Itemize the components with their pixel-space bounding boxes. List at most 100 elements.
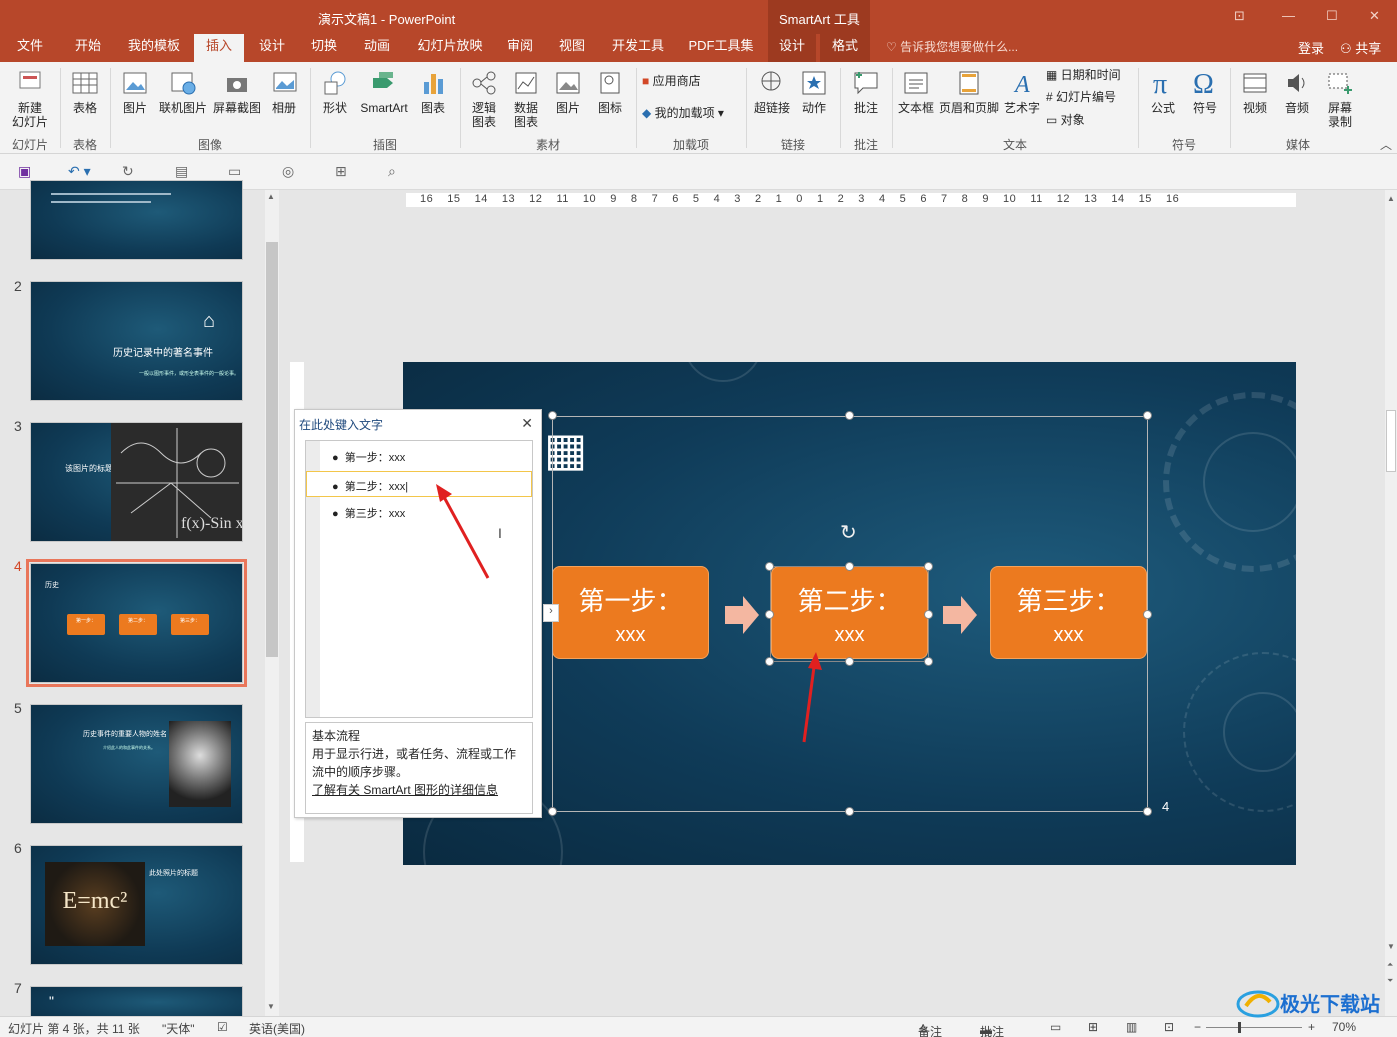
- icon-button[interactable]: 图标: [590, 68, 630, 115]
- shape-handle[interactable]: [765, 657, 774, 666]
- ribbon-display-icon[interactable]: ⊡: [1234, 8, 1245, 24]
- shape-handle[interactable]: [845, 657, 854, 666]
- share-button[interactable]: ⚇ 共享: [1340, 38, 1381, 57]
- app-store-button[interactable]: ■ 应用商店: [642, 74, 732, 88]
- from-start-icon[interactable]: ▤: [175, 163, 188, 180]
- datetime-button[interactable]: ▦ 日期和时间: [1046, 68, 1130, 82]
- scrollbar-thumb[interactable]: [1386, 410, 1396, 472]
- learn-more-link[interactable]: 了解有关 SmartArt 图形的详细信息: [312, 781, 526, 799]
- slide-number-button[interactable]: # 幻灯片编号: [1046, 90, 1130, 104]
- object-button[interactable]: ▭ 对象: [1046, 113, 1130, 127]
- slide-thumbnail-3[interactable]: 该图片的标题 f(x)-Sin x: [30, 422, 243, 542]
- zoom-out-icon[interactable]: −: [1194, 1020, 1201, 1034]
- resize-handle[interactable]: [1143, 610, 1152, 619]
- spellcheck-icon[interactable]: ☑: [217, 1020, 228, 1034]
- maximize-button[interactable]: ☐: [1326, 8, 1338, 24]
- zoom-level[interactable]: 70%: [1332, 1020, 1356, 1034]
- prev-slide-icon[interactable]: ⏶: [1387, 960, 1393, 970]
- save-icon[interactable]: ▣: [18, 163, 31, 180]
- zoom-in-icon[interactable]: +: [1308, 1020, 1315, 1034]
- bullet-item-1[interactable]: ● 第一步：xxx: [332, 449, 405, 465]
- screenshot-button[interactable]: 屏幕截图: [210, 68, 264, 115]
- scroll-up-icon[interactable]: ▲: [1387, 194, 1395, 203]
- login-link[interactable]: 登录: [1298, 38, 1324, 57]
- resize-handle[interactable]: [548, 411, 557, 420]
- preview-icon[interactable]: ⌕: [388, 163, 396, 180]
- close-icon[interactable]: ✕: [521, 415, 533, 432]
- wordart-button[interactable]: A 艺术字: [1002, 68, 1042, 115]
- data-chart-button[interactable]: 数据 图表: [506, 68, 546, 129]
- tab-my-templates[interactable]: 我的模板: [124, 34, 184, 62]
- tab-insert[interactable]: 插入: [194, 34, 244, 62]
- resize-handle[interactable]: [1143, 411, 1152, 420]
- tab-review[interactable]: 审阅: [500, 34, 540, 62]
- tab-smartart-design[interactable]: 设计: [768, 34, 816, 62]
- picture-button[interactable]: 图片: [116, 68, 154, 115]
- tab-home[interactable]: 开始: [64, 34, 112, 62]
- close-button[interactable]: ✕: [1369, 8, 1380, 24]
- slide-sorter-icon[interactable]: ⊞: [1088, 1020, 1098, 1034]
- shape-handle[interactable]: [765, 610, 774, 619]
- tab-transitions[interactable]: 切换: [304, 34, 344, 62]
- scroll-down-icon[interactable]: ▼: [267, 1002, 275, 1011]
- tab-pdf-tools[interactable]: PDF工具集: [684, 34, 758, 62]
- chart-button[interactable]: 图表: [414, 68, 452, 115]
- presenter-icon[interactable]: ⊞: [335, 163, 347, 180]
- tab-developer[interactable]: 开发工具: [606, 34, 670, 62]
- tab-design[interactable]: 设计: [252, 34, 292, 62]
- slideshow-view-icon[interactable]: ⊡: [1164, 1020, 1174, 1034]
- logic-chart-button[interactable]: 逻辑 图表: [464, 68, 504, 129]
- album-button[interactable]: 相册: [264, 68, 304, 115]
- action-button[interactable]: 动作: [794, 68, 834, 115]
- tab-slideshow[interactable]: 幻灯片放映: [412, 34, 488, 62]
- editor-scrollbar[interactable]: ▲ ▼ ⏶ ⏷: [1385, 190, 1397, 1016]
- resize-handle[interactable]: [548, 807, 557, 816]
- normal-view-icon[interactable]: ▭: [1050, 1020, 1061, 1034]
- tab-smartart-format[interactable]: 格式: [820, 34, 870, 62]
- thumbnails-scrollbar[interactable]: ▲ ▼: [265, 190, 279, 1016]
- slide-thumbnail-6[interactable]: E=mc² 此处照片的标题: [30, 845, 243, 965]
- slide-thumbnail-4[interactable]: 历史 第一步： 第二步： 第三步：: [26, 559, 247, 687]
- zoom-slider-thumb[interactable]: [1238, 1022, 1241, 1033]
- language[interactable]: 英语(美国): [249, 1020, 305, 1037]
- shape-handle[interactable]: [765, 562, 774, 571]
- shapes-button[interactable]: 形状: [316, 68, 354, 115]
- resize-handle[interactable]: [1143, 807, 1152, 816]
- scroll-down-icon[interactable]: ▼: [1387, 942, 1395, 951]
- bullet-item-2-active[interactable]: ● 第二步：xxx|: [306, 471, 532, 497]
- shape-handle[interactable]: [924, 562, 933, 571]
- reading-view-icon[interactable]: ▥: [1126, 1020, 1137, 1034]
- tab-file[interactable]: 文件: [8, 34, 52, 62]
- slide-thumbnail-5[interactable]: 历史事件的重要人物的姓名 介绍此人的和此事件的关系。: [30, 704, 243, 824]
- slide-thumbnail-2[interactable]: 历史记录中的著名事件 一般以图形事件，或形全表事件的一般论事。 ⌂: [30, 281, 243, 401]
- equation-button[interactable]: π 公式: [1144, 68, 1182, 115]
- symbol-button[interactable]: Ω 符号: [1186, 68, 1224, 115]
- scroll-up-icon[interactable]: ▲: [267, 192, 275, 201]
- online-picture-button[interactable]: 联机图片: [156, 68, 210, 115]
- undo-icon[interactable]: ↶ ▾: [68, 163, 91, 180]
- shape-handle[interactable]: [845, 562, 854, 571]
- redo-icon[interactable]: ↻: [122, 163, 134, 180]
- rotate-handle-icon[interactable]: ↻: [840, 520, 857, 545]
- textbox-button[interactable]: 文本框: [896, 68, 936, 115]
- comment-button[interactable]: 批注: [846, 68, 886, 115]
- picture2-button[interactable]: 图片: [548, 68, 588, 115]
- tab-view[interactable]: 视图: [552, 34, 592, 62]
- audio-button[interactable]: 音频: [1278, 68, 1316, 115]
- new-slide-button[interactable]: 新建 幻灯片: [6, 68, 54, 129]
- video-button[interactable]: 视频: [1236, 68, 1274, 115]
- slide-layout-icon[interactable]: ▭: [228, 163, 241, 180]
- present-icon[interactable]: ◎: [282, 163, 294, 180]
- resize-handle[interactable]: [845, 411, 854, 420]
- collapse-ribbon-icon[interactable]: ︿: [1380, 136, 1392, 153]
- shape-handle[interactable]: [924, 657, 933, 666]
- hyperlink-button[interactable]: 超链接: [752, 68, 792, 115]
- tell-me-search[interactable]: ♡ 告诉我您想要做什么...: [886, 38, 1018, 55]
- screen-record-button[interactable]: 屏幕 录制: [1320, 68, 1360, 129]
- header-footer-button[interactable]: 页眉和页脚: [938, 68, 1000, 115]
- zoom-slider[interactable]: [1206, 1027, 1302, 1028]
- minimize-button[interactable]: —: [1282, 8, 1295, 23]
- slide-thumbnail-1[interactable]: [30, 180, 243, 260]
- text-pane-toggle[interactable]: ›: [543, 604, 559, 622]
- my-addins-button[interactable]: ◆ 我的加载项 ▾: [642, 106, 738, 120]
